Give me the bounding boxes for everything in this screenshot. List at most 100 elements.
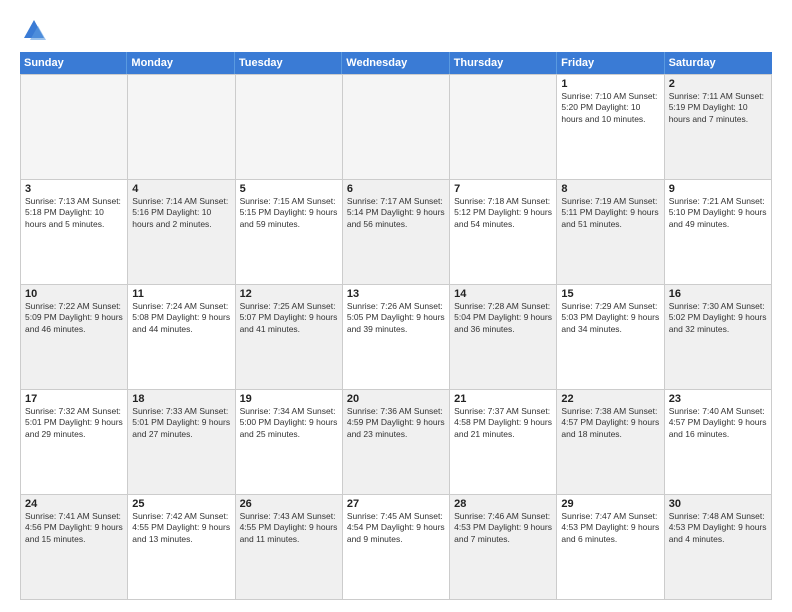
calendar-cell: 27Sunrise: 7:45 AM Sunset: 4:54 PM Dayli… (343, 495, 450, 600)
calendar-cell (21, 75, 128, 180)
day-info: Sunrise: 7:28 AM Sunset: 5:04 PM Dayligh… (454, 301, 552, 335)
day-info: Sunrise: 7:25 AM Sunset: 5:07 PM Dayligh… (240, 301, 338, 335)
day-info: Sunrise: 7:13 AM Sunset: 5:18 PM Dayligh… (25, 196, 123, 230)
day-info: Sunrise: 7:34 AM Sunset: 5:00 PM Dayligh… (240, 406, 338, 440)
weekday-header-monday: Monday (127, 52, 234, 74)
day-number: 15 (561, 288, 659, 300)
day-number: 21 (454, 393, 552, 405)
calendar-header: SundayMondayTuesdayWednesdayThursdayFrid… (20, 52, 772, 74)
weekday-header-thursday: Thursday (450, 52, 557, 74)
calendar-cell: 16Sunrise: 7:30 AM Sunset: 5:02 PM Dayli… (665, 285, 772, 390)
calendar-cell: 5Sunrise: 7:15 AM Sunset: 5:15 PM Daylig… (236, 180, 343, 285)
calendar-cell: 3Sunrise: 7:13 AM Sunset: 5:18 PM Daylig… (21, 180, 128, 285)
calendar-cell: 26Sunrise: 7:43 AM Sunset: 4:55 PM Dayli… (236, 495, 343, 600)
day-info: Sunrise: 7:33 AM Sunset: 5:01 PM Dayligh… (132, 406, 230, 440)
day-number: 20 (347, 393, 445, 405)
calendar-cell (450, 75, 557, 180)
day-number: 4 (132, 183, 230, 195)
day-info: Sunrise: 7:42 AM Sunset: 4:55 PM Dayligh… (132, 511, 230, 545)
header (20, 16, 772, 44)
calendar-cell: 4Sunrise: 7:14 AM Sunset: 5:16 PM Daylig… (128, 180, 235, 285)
calendar-cell: 30Sunrise: 7:48 AM Sunset: 4:53 PM Dayli… (665, 495, 772, 600)
day-info: Sunrise: 7:30 AM Sunset: 5:02 PM Dayligh… (669, 301, 767, 335)
day-number: 10 (25, 288, 123, 300)
day-info: Sunrise: 7:32 AM Sunset: 5:01 PM Dayligh… (25, 406, 123, 440)
calendar-cell: 7Sunrise: 7:18 AM Sunset: 5:12 PM Daylig… (450, 180, 557, 285)
day-number: 29 (561, 498, 659, 510)
day-info: Sunrise: 7:22 AM Sunset: 5:09 PM Dayligh… (25, 301, 123, 335)
day-number: 5 (240, 183, 338, 195)
day-number: 8 (561, 183, 659, 195)
logo (20, 16, 52, 44)
day-info: Sunrise: 7:11 AM Sunset: 5:19 PM Dayligh… (669, 91, 767, 125)
day-info: Sunrise: 7:24 AM Sunset: 5:08 PM Dayligh… (132, 301, 230, 335)
day-info: Sunrise: 7:46 AM Sunset: 4:53 PM Dayligh… (454, 511, 552, 545)
day-info: Sunrise: 7:15 AM Sunset: 5:15 PM Dayligh… (240, 196, 338, 230)
day-info: Sunrise: 7:48 AM Sunset: 4:53 PM Dayligh… (669, 511, 767, 545)
day-number: 11 (132, 288, 230, 300)
calendar-cell: 28Sunrise: 7:46 AM Sunset: 4:53 PM Dayli… (450, 495, 557, 600)
calendar-cell: 29Sunrise: 7:47 AM Sunset: 4:53 PM Dayli… (557, 495, 664, 600)
day-info: Sunrise: 7:40 AM Sunset: 4:57 PM Dayligh… (669, 406, 767, 440)
weekday-header-tuesday: Tuesday (235, 52, 342, 74)
calendar-cell (343, 75, 450, 180)
day-number: 18 (132, 393, 230, 405)
day-number: 7 (454, 183, 552, 195)
day-number: 19 (240, 393, 338, 405)
calendar-cell: 8Sunrise: 7:19 AM Sunset: 5:11 PM Daylig… (557, 180, 664, 285)
calendar-cell: 15Sunrise: 7:29 AM Sunset: 5:03 PM Dayli… (557, 285, 664, 390)
day-number: 9 (669, 183, 767, 195)
day-number: 23 (669, 393, 767, 405)
day-number: 27 (347, 498, 445, 510)
day-number: 6 (347, 183, 445, 195)
day-info: Sunrise: 7:19 AM Sunset: 5:11 PM Dayligh… (561, 196, 659, 230)
weekday-header-sunday: Sunday (20, 52, 127, 74)
day-number: 30 (669, 498, 767, 510)
calendar-cell (236, 75, 343, 180)
calendar-row-1: 1Sunrise: 7:10 AM Sunset: 5:20 PM Daylig… (21, 75, 772, 180)
calendar-cell: 21Sunrise: 7:37 AM Sunset: 4:58 PM Dayli… (450, 390, 557, 495)
day-info: Sunrise: 7:36 AM Sunset: 4:59 PM Dayligh… (347, 406, 445, 440)
day-number: 3 (25, 183, 123, 195)
calendar-cell: 9Sunrise: 7:21 AM Sunset: 5:10 PM Daylig… (665, 180, 772, 285)
weekday-header-saturday: Saturday (665, 52, 772, 74)
calendar-cell: 2Sunrise: 7:11 AM Sunset: 5:19 PM Daylig… (665, 75, 772, 180)
day-info: Sunrise: 7:38 AM Sunset: 4:57 PM Dayligh… (561, 406, 659, 440)
day-number: 22 (561, 393, 659, 405)
calendar-cell: 12Sunrise: 7:25 AM Sunset: 5:07 PM Dayli… (236, 285, 343, 390)
calendar-cell: 19Sunrise: 7:34 AM Sunset: 5:00 PM Dayli… (236, 390, 343, 495)
calendar-cell: 20Sunrise: 7:36 AM Sunset: 4:59 PM Dayli… (343, 390, 450, 495)
calendar-cell: 18Sunrise: 7:33 AM Sunset: 5:01 PM Dayli… (128, 390, 235, 495)
calendar-cell: 22Sunrise: 7:38 AM Sunset: 4:57 PM Dayli… (557, 390, 664, 495)
day-number: 26 (240, 498, 338, 510)
day-info: Sunrise: 7:17 AM Sunset: 5:14 PM Dayligh… (347, 196, 445, 230)
day-info: Sunrise: 7:37 AM Sunset: 4:58 PM Dayligh… (454, 406, 552, 440)
day-number: 24 (25, 498, 123, 510)
day-info: Sunrise: 7:21 AM Sunset: 5:10 PM Dayligh… (669, 196, 767, 230)
day-info: Sunrise: 7:47 AM Sunset: 4:53 PM Dayligh… (561, 511, 659, 545)
day-number: 2 (669, 78, 767, 90)
calendar-row-3: 10Sunrise: 7:22 AM Sunset: 5:09 PM Dayli… (21, 285, 772, 390)
calendar-cell: 24Sunrise: 7:41 AM Sunset: 4:56 PM Dayli… (21, 495, 128, 600)
day-info: Sunrise: 7:14 AM Sunset: 5:16 PM Dayligh… (132, 196, 230, 230)
day-info: Sunrise: 7:43 AM Sunset: 4:55 PM Dayligh… (240, 511, 338, 545)
logo-icon (20, 16, 48, 44)
calendar-row-4: 17Sunrise: 7:32 AM Sunset: 5:01 PM Dayli… (21, 390, 772, 495)
calendar-body: 1Sunrise: 7:10 AM Sunset: 5:20 PM Daylig… (20, 74, 772, 600)
calendar-cell: 11Sunrise: 7:24 AM Sunset: 5:08 PM Dayli… (128, 285, 235, 390)
calendar-cell: 25Sunrise: 7:42 AM Sunset: 4:55 PM Dayli… (128, 495, 235, 600)
day-info: Sunrise: 7:41 AM Sunset: 4:56 PM Dayligh… (25, 511, 123, 545)
calendar-cell: 10Sunrise: 7:22 AM Sunset: 5:09 PM Dayli… (21, 285, 128, 390)
day-number: 12 (240, 288, 338, 300)
calendar-row-2: 3Sunrise: 7:13 AM Sunset: 5:18 PM Daylig… (21, 180, 772, 285)
day-number: 16 (669, 288, 767, 300)
day-number: 28 (454, 498, 552, 510)
page: SundayMondayTuesdayWednesdayThursdayFrid… (0, 0, 792, 612)
day-info: Sunrise: 7:26 AM Sunset: 5:05 PM Dayligh… (347, 301, 445, 335)
day-info: Sunrise: 7:18 AM Sunset: 5:12 PM Dayligh… (454, 196, 552, 230)
day-info: Sunrise: 7:45 AM Sunset: 4:54 PM Dayligh… (347, 511, 445, 545)
day-number: 14 (454, 288, 552, 300)
day-number: 1 (561, 78, 659, 90)
day-number: 25 (132, 498, 230, 510)
calendar-cell: 17Sunrise: 7:32 AM Sunset: 5:01 PM Dayli… (21, 390, 128, 495)
